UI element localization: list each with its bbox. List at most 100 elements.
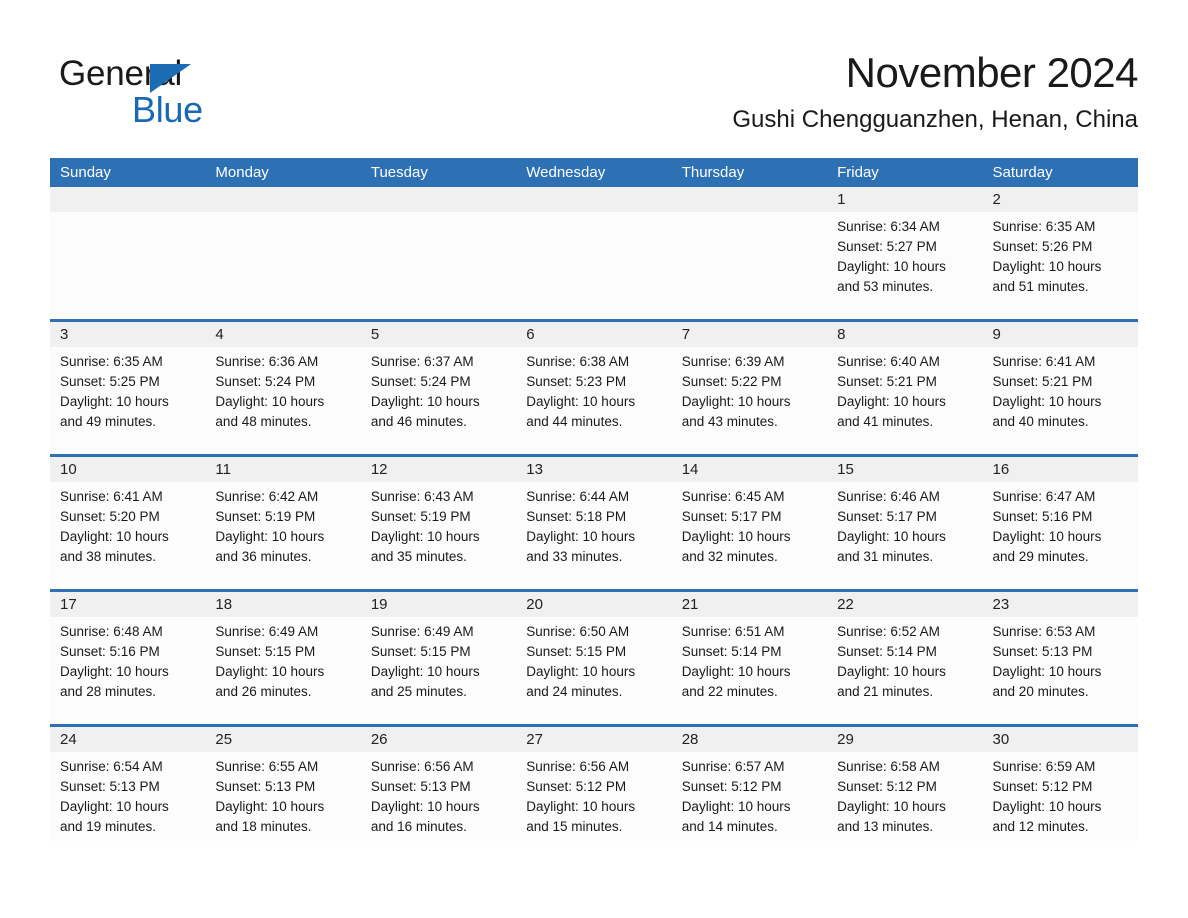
sunset-text: Sunset: 5:13 PM bbox=[370, 779, 471, 794]
sunset-text: Sunset: 5:21 PM bbox=[992, 374, 1093, 389]
day-cell[interactable]: 5 Sunrise: 6:37 AM Sunset: 5:24 PM Dayli… bbox=[360, 322, 517, 454]
day-cell[interactable]: 20 Sunrise: 6:50 AM Sunset: 5:15 PM Dayl… bbox=[516, 592, 672, 724]
daylight-text-line1: Daylight: 10 hours bbox=[60, 799, 169, 814]
day-cell[interactable]: 27 Sunrise: 6:56 AM Sunset: 5:12 PM Dayl… bbox=[516, 727, 672, 841]
day-cell[interactable]: 9 Sunrise: 6:41 AM Sunset: 5:21 PM Dayli… bbox=[982, 322, 1138, 454]
day-cell[interactable]: 29 Sunrise: 6:58 AM Sunset: 5:12 PM Dayl… bbox=[827, 727, 983, 841]
daylight-text-line2: and 26 minutes. bbox=[215, 684, 312, 699]
day-info: Sunrise: 6:53 AM Sunset: 5:13 PM Dayligh… bbox=[983, 617, 1138, 702]
day-number bbox=[671, 187, 828, 212]
daylight-text-line1: Daylight: 10 hours bbox=[215, 529, 325, 544]
day-info: Sunrise: 6:44 AM Sunset: 5:18 PM Dayligh… bbox=[516, 482, 671, 567]
day-cell[interactable]: 3 Sunrise: 6:35 AM Sunset: 5:25 PM Dayli… bbox=[50, 322, 206, 454]
day-info: Sunrise: 6:49 AM Sunset: 5:15 PM Dayligh… bbox=[361, 617, 516, 702]
day-info: Sunrise: 6:52 AM Sunset: 5:14 PM Dayligh… bbox=[827, 617, 982, 702]
daylight-text-line2: and 40 minutes. bbox=[992, 414, 1089, 429]
daylight-text-line2: and 21 minutes. bbox=[837, 684, 934, 699]
week-row: 1 Sunrise: 6:34 AM Sunset: 5:27 PM Dayli… bbox=[50, 187, 1138, 319]
daylight-text-line2: and 48 minutes. bbox=[215, 414, 312, 429]
day-cell[interactable]: 23 Sunrise: 6:53 AM Sunset: 5:13 PM Dayl… bbox=[982, 592, 1138, 724]
day-cell[interactable]: 24 Sunrise: 6:54 AM Sunset: 5:13 PM Dayl… bbox=[50, 727, 206, 841]
day-number: 22 bbox=[827, 592, 983, 617]
day-cell[interactable] bbox=[360, 187, 517, 319]
day-cell[interactable] bbox=[205, 187, 361, 319]
day-cell[interactable]: 19 Sunrise: 6:49 AM Sunset: 5:15 PM Dayl… bbox=[360, 592, 517, 724]
day-info: Sunrise: 6:58 AM Sunset: 5:12 PM Dayligh… bbox=[827, 752, 982, 837]
daylight-text-line2: and 28 minutes. bbox=[60, 684, 157, 699]
daylight-text-line1: Daylight: 10 hours bbox=[837, 799, 946, 814]
sunset-text: Sunset: 5:19 PM bbox=[370, 509, 471, 524]
day-cell[interactable]: 18 Sunrise: 6:49 AM Sunset: 5:15 PM Dayl… bbox=[205, 592, 361, 724]
day-cell[interactable]: 21 Sunrise: 6:51 AM Sunset: 5:14 PM Dayl… bbox=[671, 592, 828, 724]
day-number: 6 bbox=[516, 322, 672, 347]
day-cell[interactable]: 12 Sunrise: 6:43 AM Sunset: 5:19 PM Dayl… bbox=[360, 457, 517, 589]
daylight-text-line2: and 13 minutes. bbox=[837, 819, 934, 834]
day-cell[interactable]: 28 Sunrise: 6:57 AM Sunset: 5:12 PM Dayl… bbox=[671, 727, 828, 841]
day-cell[interactable]: 22 Sunrise: 6:52 AM Sunset: 5:14 PM Dayl… bbox=[827, 592, 983, 724]
day-info: Sunrise: 6:36 AM Sunset: 5:24 PM Dayligh… bbox=[205, 347, 360, 432]
daylight-text-line1: Daylight: 10 hours bbox=[681, 664, 791, 679]
day-number bbox=[516, 187, 672, 212]
daylight-text-line1: Daylight: 10 hours bbox=[215, 799, 325, 814]
sunrise-text: Sunrise: 6:39 AM bbox=[681, 354, 785, 369]
sunset-text: Sunset: 5:12 PM bbox=[526, 779, 627, 794]
day-cell[interactable] bbox=[671, 187, 828, 319]
day-cell[interactable]: 17 Sunrise: 6:48 AM Sunset: 5:16 PM Dayl… bbox=[50, 592, 206, 724]
sunset-text: Sunset: 5:13 PM bbox=[992, 644, 1093, 659]
day-info: Sunrise: 6:55 AM Sunset: 5:13 PM Dayligh… bbox=[205, 752, 360, 837]
day-info: Sunrise: 6:35 AM Sunset: 5:26 PM Dayligh… bbox=[983, 212, 1138, 297]
day-cell[interactable]: 8 Sunrise: 6:40 AM Sunset: 5:21 PM Dayli… bbox=[827, 322, 983, 454]
sunset-text: Sunset: 5:17 PM bbox=[837, 509, 937, 524]
sunset-text: Sunset: 5:15 PM bbox=[526, 644, 627, 659]
daylight-text-line1: Daylight: 10 hours bbox=[837, 664, 946, 679]
sunrise-text: Sunrise: 6:41 AM bbox=[60, 489, 163, 504]
daylight-text-line1: Daylight: 10 hours bbox=[370, 664, 480, 679]
daylight-text-line1: Daylight: 10 hours bbox=[526, 394, 636, 409]
day-info bbox=[205, 212, 360, 217]
day-number: 1 bbox=[827, 187, 983, 212]
day-number: 26 bbox=[360, 727, 517, 752]
day-cell[interactable]: 30 Sunrise: 6:59 AM Sunset: 5:12 PM Dayl… bbox=[982, 727, 1138, 841]
sunrise-text: Sunrise: 6:44 AM bbox=[526, 489, 630, 504]
daylight-text-line2: and 29 minutes. bbox=[992, 549, 1089, 564]
day-cell[interactable]: 7 Sunrise: 6:39 AM Sunset: 5:22 PM Dayli… bbox=[671, 322, 828, 454]
weekday-header-wednesday: Wednesday bbox=[526, 164, 606, 181]
day-info: Sunrise: 6:41 AM Sunset: 5:20 PM Dayligh… bbox=[50, 482, 205, 567]
day-number: 15 bbox=[827, 457, 983, 482]
daylight-text-line1: Daylight: 10 hours bbox=[837, 394, 946, 409]
day-cell[interactable]: 16 Sunrise: 6:47 AM Sunset: 5:16 PM Dayl… bbox=[982, 457, 1138, 589]
day-cell[interactable]: 4 Sunrise: 6:36 AM Sunset: 5:24 PM Dayli… bbox=[205, 322, 361, 454]
day-cell[interactable] bbox=[516, 187, 672, 319]
day-info: Sunrise: 6:51 AM Sunset: 5:14 PM Dayligh… bbox=[672, 617, 827, 702]
daylight-text-line2: and 49 minutes. bbox=[60, 414, 157, 429]
day-cell[interactable] bbox=[50, 187, 206, 319]
daylight-text-line2: and 24 minutes. bbox=[526, 684, 623, 699]
daylight-text-line1: Daylight: 10 hours bbox=[60, 394, 169, 409]
sunrise-text: Sunrise: 6:56 AM bbox=[526, 759, 630, 774]
day-info: Sunrise: 6:46 AM Sunset: 5:17 PM Dayligh… bbox=[827, 482, 982, 567]
day-cell[interactable]: 15 Sunrise: 6:46 AM Sunset: 5:17 PM Dayl… bbox=[827, 457, 983, 589]
daylight-text-line1: Daylight: 10 hours bbox=[215, 664, 325, 679]
generalblue-logo[interactable]: General Blue bbox=[59, 54, 359, 134]
day-cell[interactable]: 13 Sunrise: 6:44 AM Sunset: 5:18 PM Dayl… bbox=[516, 457, 672, 589]
weekday-header-sunday: Sunday bbox=[60, 164, 111, 181]
week-row: 3 Sunrise: 6:35 AM Sunset: 5:25 PM Dayli… bbox=[50, 319, 1138, 454]
sunset-text: Sunset: 5:17 PM bbox=[681, 509, 782, 524]
day-cell[interactable]: 25 Sunrise: 6:55 AM Sunset: 5:13 PM Dayl… bbox=[205, 727, 361, 841]
weekday-header-thursday: Thursday bbox=[681, 164, 745, 181]
day-number: 24 bbox=[50, 727, 206, 752]
sunrise-text: Sunrise: 6:51 AM bbox=[681, 624, 785, 639]
week-row: 24 Sunrise: 6:54 AM Sunset: 5:13 PM Dayl… bbox=[50, 724, 1138, 841]
sunrise-text: Sunrise: 6:49 AM bbox=[370, 624, 474, 639]
weekday-header-monday: Monday bbox=[215, 164, 269, 181]
day-cell[interactable]: 11 Sunrise: 6:42 AM Sunset: 5:19 PM Dayl… bbox=[205, 457, 361, 589]
day-cell[interactable]: 6 Sunrise: 6:38 AM Sunset: 5:23 PM Dayli… bbox=[516, 322, 672, 454]
sunset-text: Sunset: 5:12 PM bbox=[992, 779, 1093, 794]
daylight-text-line1: Daylight: 10 hours bbox=[992, 799, 1102, 814]
day-cell[interactable]: 14 Sunrise: 6:45 AM Sunset: 5:17 PM Dayl… bbox=[671, 457, 828, 589]
day-cell[interactable]: 10 Sunrise: 6:41 AM Sunset: 5:20 PM Dayl… bbox=[50, 457, 206, 589]
day-cell[interactable]: 2 Sunrise: 6:35 AM Sunset: 5:26 PM Dayli… bbox=[982, 187, 1138, 319]
sunrise-text: Sunrise: 6:49 AM bbox=[215, 624, 319, 639]
day-cell[interactable]: 1 Sunrise: 6:34 AM Sunset: 5:27 PM Dayli… bbox=[827, 187, 983, 319]
day-cell[interactable]: 26 Sunrise: 6:56 AM Sunset: 5:13 PM Dayl… bbox=[360, 727, 517, 841]
